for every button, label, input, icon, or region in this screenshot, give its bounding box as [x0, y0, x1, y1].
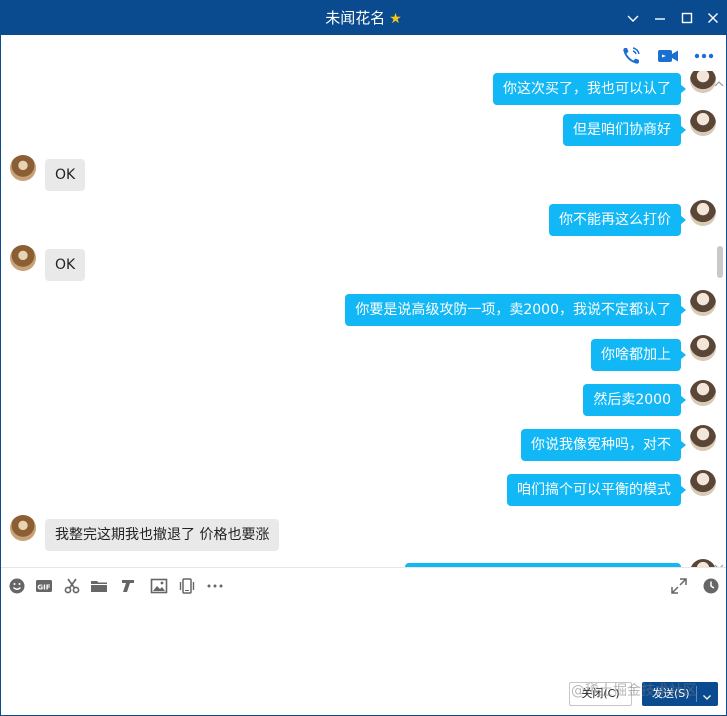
message-bubble[interactable]: 然后卖2000	[583, 384, 686, 416]
message-bubble[interactable]: 但是咱们协商好	[563, 114, 686, 146]
my-avatar[interactable]	[690, 71, 716, 93]
my-avatar[interactable]	[690, 559, 716, 567]
svg-text:GIF: GIF	[37, 584, 50, 592]
my-avatar[interactable]	[690, 290, 716, 316]
close-button[interactable]: 关闭(C)	[569, 682, 632, 706]
image-icon[interactable]	[150, 577, 168, 595]
maximize-icon[interactable]	[679, 10, 695, 26]
close-icon[interactable]	[705, 10, 721, 26]
message-bubble[interactable]: OK	[45, 249, 86, 281]
send-button-label: 发送(S)	[652, 687, 690, 700]
chat-actions	[1, 35, 726, 71]
more-icon[interactable]	[693, 45, 715, 67]
message-input[interactable]	[1, 603, 726, 673]
my-avatar[interactable]	[690, 425, 716, 451]
more-tools-icon[interactable]	[206, 577, 224, 595]
my-avatar[interactable]	[690, 110, 716, 136]
phone-call-icon[interactable]	[620, 45, 642, 67]
chat-window: 未闻花名 ★ 你这次买了，我也可以认了 但是咱们协商好 OK 你不能再这么打价 …	[0, 0, 727, 716]
minimize-icon[interactable]	[652, 10, 668, 26]
message-bubble[interactable]: 你要是说高级攻防一项，卖2000，我说不定都认了	[345, 294, 686, 326]
my-avatar[interactable]	[690, 380, 716, 406]
send-button[interactable]: 发送(S)	[642, 682, 718, 706]
history-clock-icon[interactable]	[702, 577, 720, 595]
chat-title: 未闻花名 ★	[1, 9, 726, 28]
contact-avatar[interactable]	[10, 245, 36, 271]
input-toolbar: GIF	[1, 567, 726, 603]
expand-icon[interactable]	[670, 577, 688, 595]
message-list[interactable]: 你这次买了，我也可以认了 但是咱们协商好 OK 你不能再这么打价 OK 你要是说…	[1, 71, 726, 567]
contact-avatar[interactable]	[10, 515, 36, 541]
shake-icon[interactable]	[178, 577, 196, 595]
scroll-down-arrow[interactable]	[714, 556, 724, 570]
star-icon: ★	[389, 11, 402, 27]
message-bubble[interactable]: 咱们搞个可以平衡的模式	[507, 474, 686, 506]
chevron-down-icon[interactable]	[625, 10, 641, 26]
my-avatar[interactable]	[690, 200, 716, 226]
contact-avatar[interactable]	[10, 155, 36, 181]
my-avatar[interactable]	[690, 470, 716, 496]
scrollbar-thumb[interactable]	[717, 246, 723, 278]
message-bubble[interactable]: 你不能再这么打价	[549, 204, 686, 236]
message-bubble[interactable]: 我整完这期我也撤退了 价格也要涨	[45, 519, 280, 551]
message-bubble[interactable]: OK	[45, 159, 86, 191]
music-icon[interactable]	[119, 577, 137, 595]
message-bubble[interactable]: 你啥都加上	[591, 339, 686, 371]
message-bubble[interactable]: 你说我像冤种吗，对不	[521, 429, 686, 461]
title-bar[interactable]: 未闻花名 ★	[1, 1, 726, 35]
scissors-icon[interactable]	[63, 577, 81, 595]
gif-icon[interactable]: GIF	[35, 577, 53, 595]
message-bubble[interactable]: 你这次买了，我也可以认了	[493, 73, 686, 105]
emoji-icon[interactable]	[8, 577, 26, 595]
send-options-chevron-icon[interactable]	[701, 688, 713, 700]
send-divider	[696, 686, 697, 702]
contact-name: 未闻花名	[325, 9, 386, 27]
folder-icon[interactable]	[90, 577, 108, 595]
my-avatar[interactable]	[690, 335, 716, 361]
scroll-up-arrow[interactable]	[714, 73, 724, 87]
video-call-icon[interactable]	[657, 45, 679, 67]
